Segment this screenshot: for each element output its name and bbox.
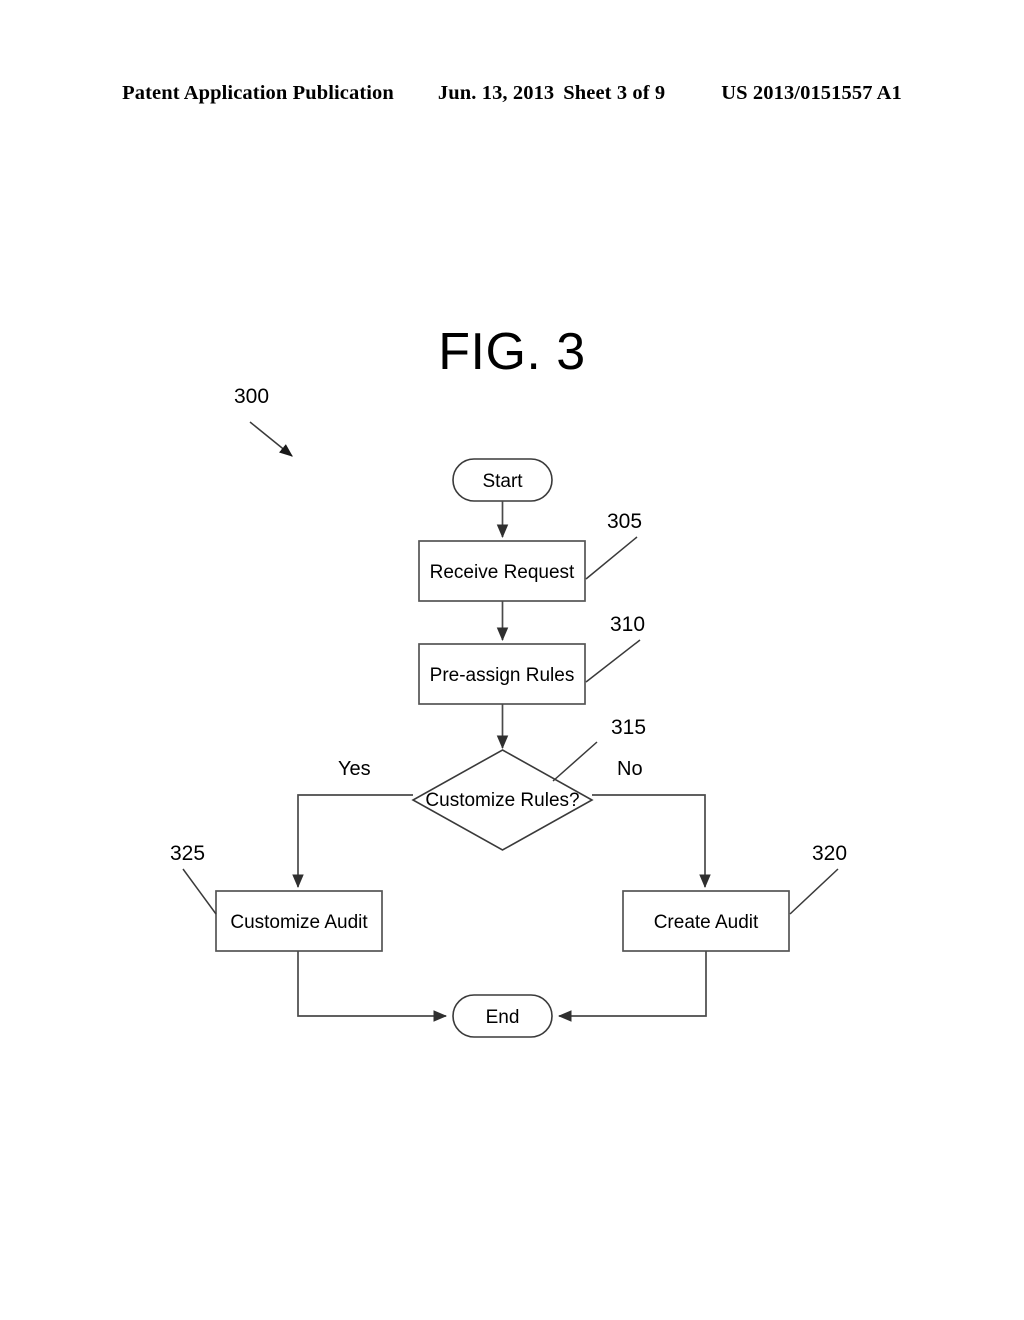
diagram-reference-label: 300 [234, 385, 269, 408]
create-audit-label: Create Audit [654, 912, 759, 933]
diagram-reference-leader-arrow [249, 421, 293, 457]
customize-audit-reference-leader [182, 868, 217, 915]
node-decision-customize-rules: Customize Rules? [411, 749, 594, 851]
node-start: Start [452, 458, 553, 502]
flowchart-diagram: 300 Start Receive Request 305 Pre-assign… [170, 385, 847, 1038]
node-receive-request: Receive Request [418, 540, 586, 602]
connector-create-audit-to-end [557, 951, 707, 1022]
decision-reference-leader [552, 741, 598, 782]
pre-assign-rules-reference-leader [585, 639, 641, 683]
branch-label-no: No [617, 758, 643, 780]
decision-reference-label: 315 [611, 716, 646, 739]
receive-request-reference-leader [585, 536, 638, 580]
pre-assign-rules-reference-label: 310 [610, 613, 645, 636]
node-pre-assign-rules: Pre-assign Rules [418, 643, 586, 705]
node-end: End [452, 994, 553, 1038]
customize-audit-reference-label: 325 [170, 842, 205, 865]
start-label: Start [482, 471, 523, 492]
receive-request-label: Receive Request [430, 562, 575, 583]
create-audit-reference-leader [789, 868, 839, 915]
connector-decision-no-to-create-audit [592, 794, 711, 889]
end-label: End [486, 1007, 520, 1028]
customize-audit-label: Customize Audit [230, 912, 368, 933]
branch-label-yes: Yes [338, 758, 371, 780]
connector-decision-yes-to-customize-audit [292, 794, 413, 889]
receive-request-reference-label: 305 [607, 510, 642, 533]
node-create-audit: Create Audit [622, 890, 790, 952]
node-customize-audit: Customize Audit [215, 890, 383, 952]
create-audit-reference-label: 320 [812, 842, 847, 865]
connector-customize-audit-to-end [297, 951, 448, 1022]
pre-assign-rules-label: Pre-assign Rules [430, 665, 575, 686]
decision-label: Customize Rules? [425, 790, 579, 811]
